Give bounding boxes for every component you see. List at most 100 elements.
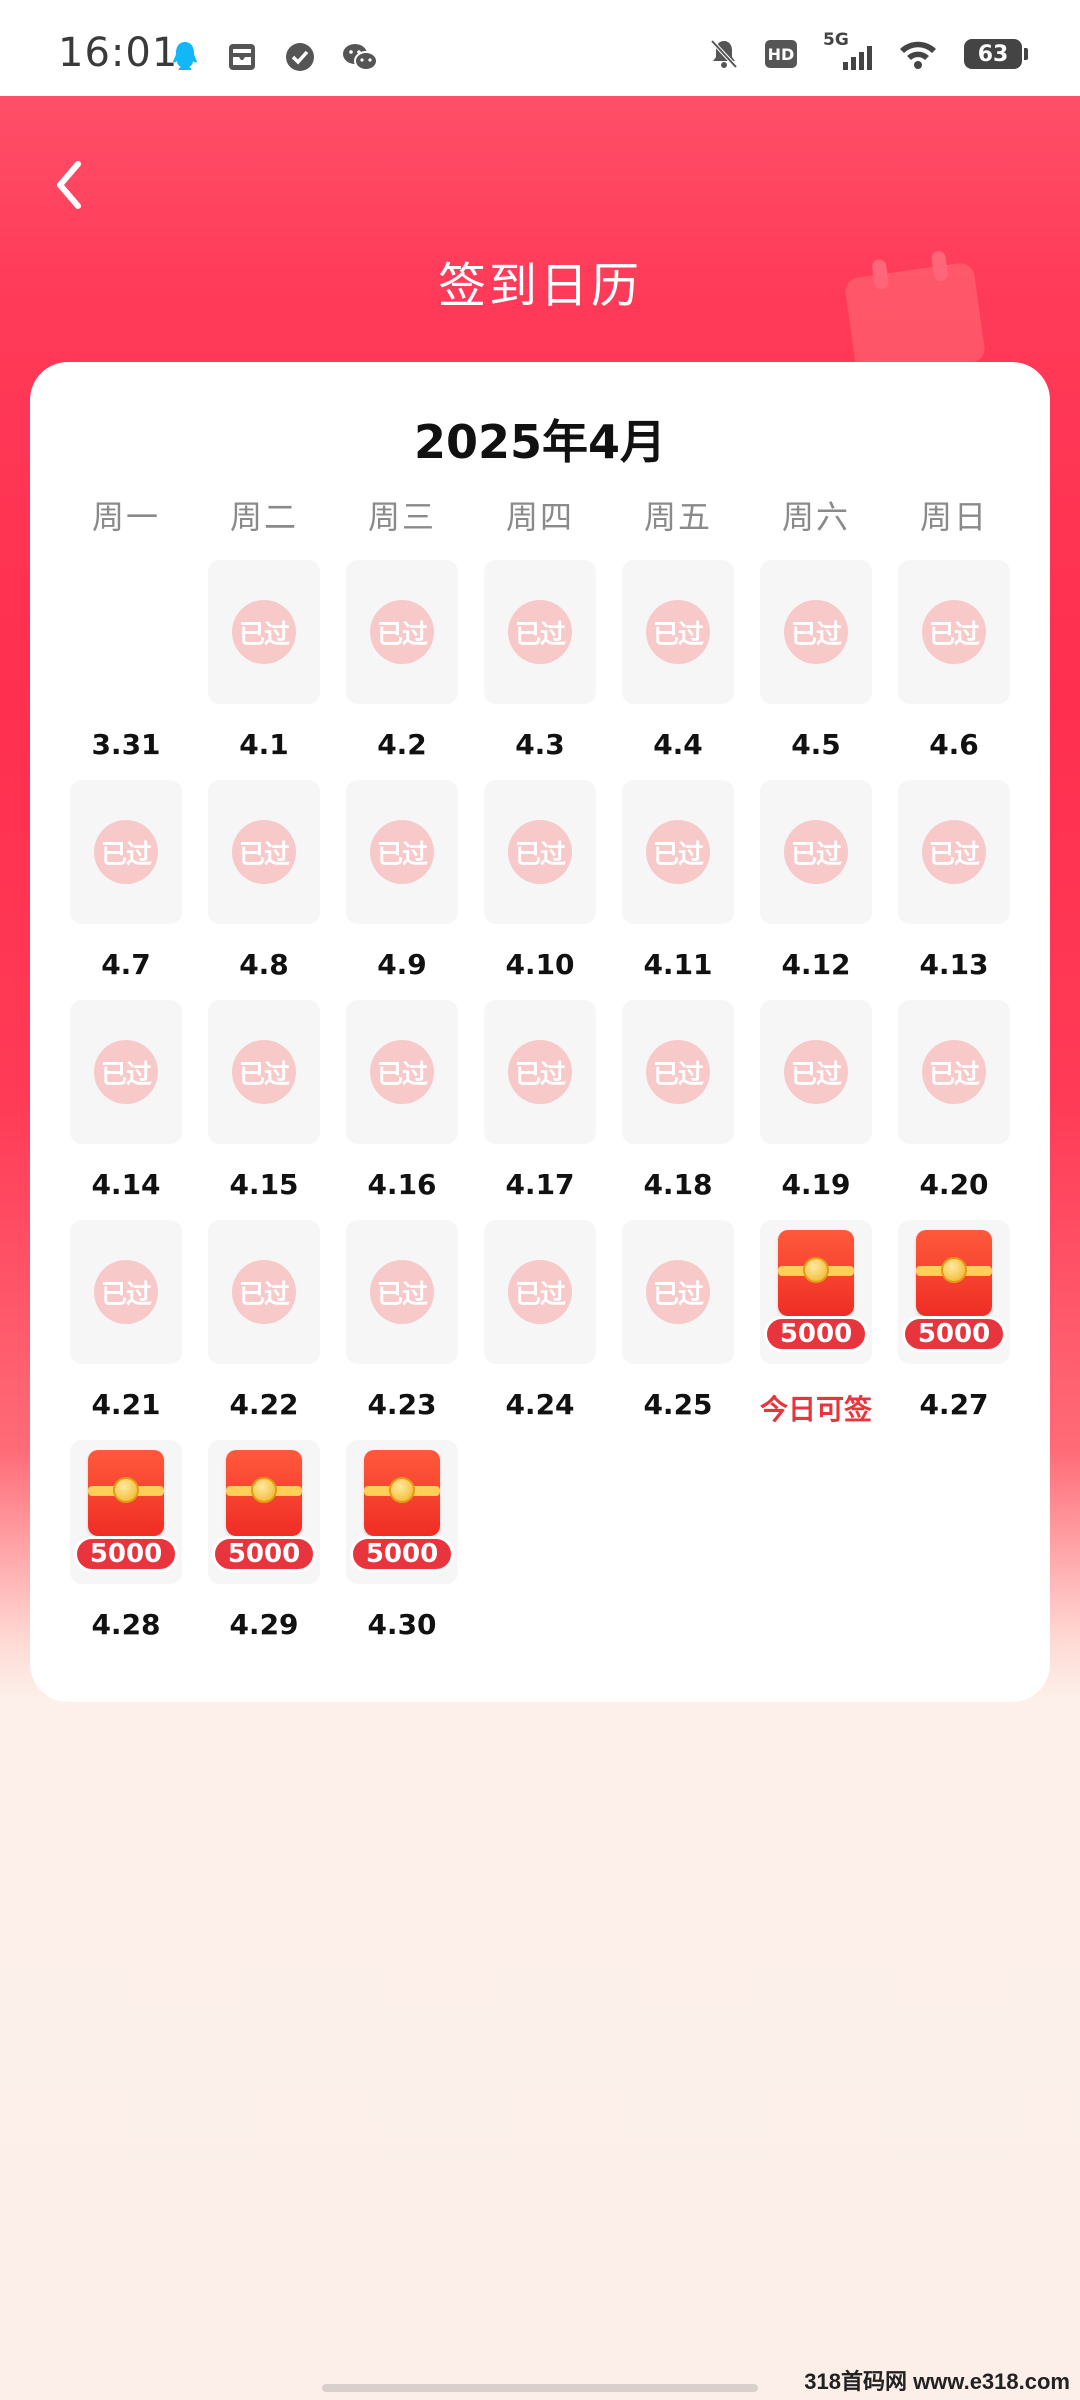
calendar-day-passed: 已过 4.24 — [484, 1220, 596, 1440]
weekday-header: 周一 周二 周三 周四 周五 周六 周日 — [70, 492, 1010, 538]
day-tile: 已过 — [622, 1220, 734, 1364]
calendar-day-passed: 已过 4.4 — [622, 560, 734, 780]
day-date-label: 4.16 — [367, 1168, 437, 1201]
wifi-icon — [900, 41, 936, 69]
calendar-day-passed: 已过 4.18 — [622, 1000, 734, 1220]
passed-stamp: 已过 — [646, 820, 710, 884]
battery-icon: 63 — [964, 39, 1028, 69]
calendar-day-passed: 已过 4.11 — [622, 780, 734, 1000]
calendar-day-passed: 已过 4.10 — [484, 780, 596, 1000]
calendar-day-passed: 已过 4.21 — [70, 1220, 182, 1440]
passed-stamp: 已过 — [370, 600, 434, 664]
calendar-day-reward[interactable]: 5000 4.30 — [346, 1440, 458, 1660]
reward-amount-badge: 5000 — [350, 1536, 454, 1572]
day-tile: 已过 — [898, 780, 1010, 924]
calendar-day-empty: 3.31 — [70, 560, 182, 780]
day-date-label: 4.4 — [653, 728, 703, 761]
passed-stamp: 已过 — [784, 820, 848, 884]
day-date-label: 4.2 — [377, 728, 427, 761]
home-indicator[interactable] — [322, 2384, 758, 2392]
day-date-label: 4.15 — [229, 1168, 299, 1201]
calendar-day-reward[interactable]: 5000 4.29 — [208, 1440, 320, 1660]
calendar-day-passed: 已过 4.17 — [484, 1000, 596, 1220]
passed-stamp: 已过 — [508, 820, 572, 884]
red-packet-icon — [364, 1450, 440, 1536]
calendar-day-today[interactable]: 5000 今日可签 — [760, 1220, 872, 1440]
mute-bell-icon — [710, 39, 738, 69]
gold-coin-icon — [941, 1257, 967, 1283]
calendar-day-reward[interactable]: 5000 4.27 — [898, 1220, 1010, 1440]
passed-stamp: 已过 — [370, 1040, 434, 1104]
day-date-label: 4.12 — [781, 948, 851, 981]
passed-stamp: 已过 — [94, 820, 158, 884]
passed-stamp: 已过 — [784, 1040, 848, 1104]
watermark: 318首码网 www.e318.com — [804, 2369, 1070, 2394]
day-tile: 已过 — [898, 560, 1010, 704]
wechat-icon — [343, 44, 378, 71]
reward-amount-badge: 5000 — [212, 1536, 316, 1572]
day-date-label: 4.7 — [101, 948, 151, 981]
day-tile: 已过 — [622, 560, 734, 704]
day-date-label: 3.31 — [91, 728, 161, 761]
gold-coin-icon — [803, 1257, 829, 1283]
calendar-day-passed: 已过 4.22 — [208, 1220, 320, 1440]
gold-coin-icon — [389, 1477, 415, 1503]
day-date-label: 4.17 — [505, 1168, 575, 1201]
passed-stamp: 已过 — [784, 600, 848, 664]
day-tile: 已过 — [898, 1000, 1010, 1144]
day-date-label: 4.5 — [791, 728, 841, 761]
gold-coin-icon — [113, 1477, 139, 1503]
weekday-label: 周三 — [367, 498, 436, 536]
calendar-week-row: 已过 4.14 已过 4.15 已过 4.16 已过 4.17 已过 4.18 已过 4.19 已过 4.… — [70, 1000, 1010, 1220]
day-date-label: 4.19 — [781, 1168, 851, 1201]
calendar-day-passed: 已过 4.25 — [622, 1220, 734, 1440]
day-tile: 已过 — [208, 560, 320, 704]
day-date-label: 4.14 — [91, 1168, 161, 1201]
day-tile: 已过 — [484, 560, 596, 704]
day-date-label: 4.8 — [239, 948, 289, 981]
day-date-label: 4.10 — [505, 948, 575, 981]
day-tile: 已过 — [760, 1000, 872, 1144]
calendar-day-passed: 已过 4.2 — [346, 560, 458, 780]
day-tile: 已过 — [346, 1220, 458, 1364]
day-date-label: 4.27 — [919, 1388, 989, 1421]
today-sign-label: 今日可签 — [759, 1393, 872, 1426]
calendar-day-passed: 已过 4.12 — [760, 780, 872, 1000]
day-tile: 5000 — [898, 1220, 1010, 1364]
passed-stamp: 已过 — [232, 600, 296, 664]
calendar-day-reward[interactable]: 5000 4.28 — [70, 1440, 182, 1660]
calendar-day-passed: 已过 4.15 — [208, 1000, 320, 1220]
day-tile: 已过 — [70, 1000, 182, 1144]
day-tile: 5000 — [70, 1440, 182, 1584]
passed-stamp: 已过 — [646, 600, 710, 664]
day-date-label: 4.22 — [229, 1388, 299, 1421]
back-arrow-icon[interactable] — [40, 150, 100, 220]
calendar-day-passed: 已过 4.6 — [898, 560, 1010, 780]
calendar-blank-cell — [622, 1440, 734, 1660]
passed-stamp: 已过 — [922, 820, 986, 884]
calendar-grid: 3.31 已过 4.1 已过 4.2 已过 4.3 已过 4.4 已过 4.5 已过 4.6 已过 4.7 已… — [70, 560, 1010, 1660]
calendar-blank-cell — [898, 1440, 1010, 1660]
calendar-day-passed: 已过 4.3 — [484, 560, 596, 780]
calendar-week-row: 已过 4.21 已过 4.22 已过 4.23 已过 4.24 已过 4.25 5000 今日可签 50… — [70, 1220, 1010, 1440]
check-circle-icon — [286, 43, 314, 71]
calendar-day-passed: 已过 4.16 — [346, 1000, 458, 1220]
day-date-label: 4.23 — [367, 1388, 437, 1421]
passed-stamp: 已过 — [646, 1040, 710, 1104]
network-label: 5G — [823, 30, 849, 50]
calendar-day-passed: 已过 4.19 — [760, 1000, 872, 1220]
passed-stamp: 已过 — [922, 600, 986, 664]
signal-5g-icon: 5G — [823, 30, 872, 70]
calendar-week-row: 已过 4.7 已过 4.8 已过 4.9 已过 4.10 已过 4.11 已过 4.12 已过 4.13 — [70, 780, 1010, 1000]
day-date-label: 4.3 — [515, 728, 565, 761]
weekday-label: 周五 — [643, 498, 712, 536]
day-tile: 5000 — [208, 1440, 320, 1584]
notification-icons — [170, 40, 378, 74]
day-tile: 已过 — [622, 780, 734, 924]
day-date-label: 4.13 — [919, 948, 989, 981]
calendar-day-passed: 已过 4.8 — [208, 780, 320, 1000]
calendar-day-passed: 已过 4.5 — [760, 560, 872, 780]
day-tile: 已过 — [346, 560, 458, 704]
day-date-label: 4.21 — [91, 1388, 161, 1421]
passed-stamp: 已过 — [508, 1040, 572, 1104]
